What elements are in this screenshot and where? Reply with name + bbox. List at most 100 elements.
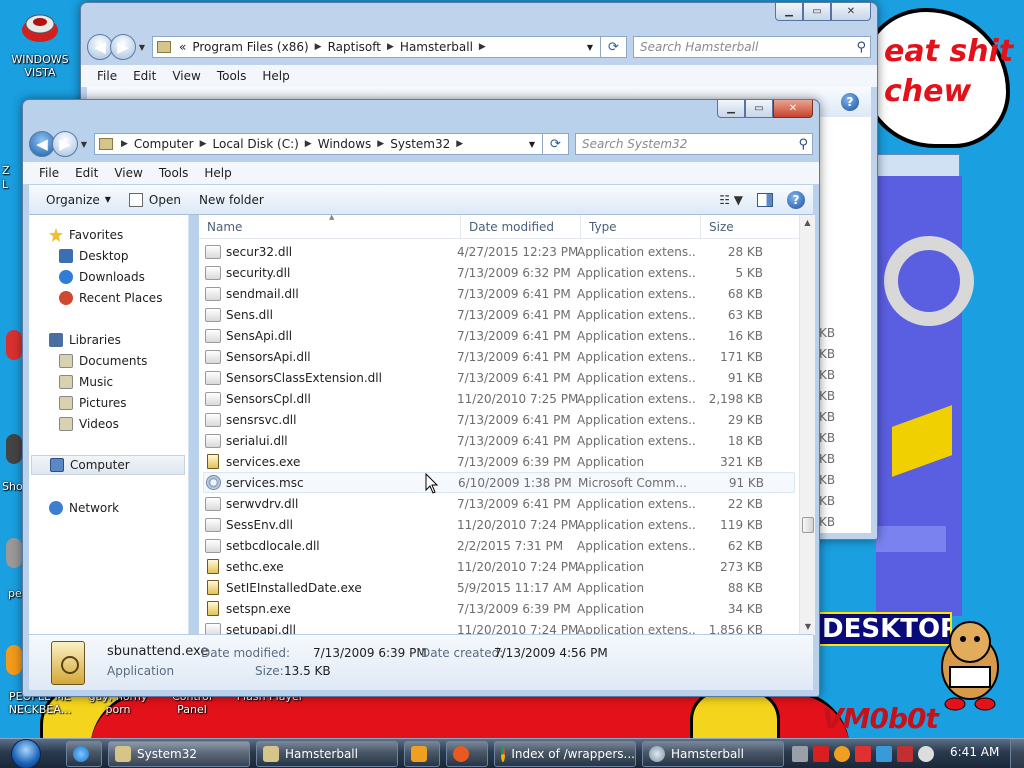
show-desktop-button[interactable] [1010,739,1024,768]
maximize-button[interactable]: ▭ [745,100,773,118]
breadcrumb-system32[interactable]: System32 [390,137,450,151]
edge-app-icon[interactable] [6,645,22,675]
refresh-button[interactable]: ⟳ [543,133,569,155]
file-row[interactable]: serwvdrv.dll 7/13/2009 6:41 PM Application… [203,493,795,514]
menu-help[interactable]: Help [196,166,239,180]
breadcrumb-chevron-icon[interactable]: ▶ [479,42,486,52]
breadcrumb-chevron-icon[interactable]: ▶ [387,42,394,52]
edge-app-icon[interactable] [6,538,22,568]
scroll-down-icon[interactable]: ▼ [800,619,815,635]
desktop-icon-windows-vista[interactable]: WINDOWS VISTA [2,6,78,79]
breadcrumb-windows[interactable]: Windows [318,137,372,151]
menu-help[interactable]: Help [254,69,297,83]
file-row[interactable]: SensorsClassExtension.dll 7/13/2009 6:41 … [203,367,795,388]
file-row[interactable]: SensApi.dll 7/13/2009 6:41 PM Application … [203,325,795,346]
breadcrumb-chevron-icon[interactable]: ▶ [200,139,207,149]
preview-pane-icon[interactable] [757,192,773,207]
nav-favorites[interactable]: Favorites [49,225,123,245]
nav-computer[interactable]: Computer [31,455,185,475]
file-row[interactable]: SessEnv.dll 11/20/2010 7:24 PM Application… [203,514,795,535]
column-name[interactable]: Name ▲ [199,215,461,239]
column-size[interactable]: Size [701,215,781,239]
minimize-button[interactable]: ▁ [717,100,745,118]
tray-flag-icon[interactable] [855,746,871,762]
nav-desktop[interactable]: Desktop [59,246,129,266]
file-row[interactable]: services.exe 7/13/2009 6:39 PM Application… [203,451,795,472]
menu-tools[interactable]: Tools [151,166,197,180]
file-row[interactable]: serialui.dll 7/13/2009 6:41 PM Application… [203,430,795,451]
file-row[interactable]: SensorsCpl.dll 11/20/2010 7:25 PM Applicat… [203,388,795,409]
recent-pages-dropdown[interactable]: ▼ [78,140,90,149]
address-bar[interactable]: ▶ Computer ▶ Local Disk (C:) ▶ Windows ▶… [94,133,543,155]
taskbar-system32[interactable]: System32 [108,741,250,767]
help-icon[interactable]: ? [787,190,805,209]
menu-view[interactable]: View [164,69,208,83]
nav-documents[interactable]: Documents [59,351,147,371]
nav-downloads[interactable]: Downloads [59,267,145,287]
file-row[interactable]: setspn.exe 7/13/2009 6:39 PM Application 34… [203,598,795,619]
taskbar-clock[interactable]: 6:41 AM [950,745,999,759]
hamsterball-game-view[interactable] [876,176,974,616]
file-row[interactable]: SensorsApi.dll 7/13/2009 6:41 PM Applicati… [203,346,795,367]
breadcrumb-chevron-icon[interactable]: ▶ [315,42,322,52]
recent-pages-dropdown[interactable]: ▼ [136,43,148,52]
taskbar-chrome[interactable]: Index of /wrappers... [494,741,636,767]
change-view-icon[interactable]: ☷ ▼ [719,193,743,207]
close-button[interactable]: ✕ [773,100,813,118]
file-row[interactable]: security.dll 7/13/2009 6:32 PM Application… [203,262,795,283]
hamsterball-window-titlebar[interactable] [876,154,960,178]
address-bar[interactable]: « Program Files (x86) ▶ Raptisoft ▶ Hams… [152,36,601,58]
menu-edit[interactable]: Edit [125,69,164,83]
tray-volume-icon[interactable] [918,746,934,762]
nav-music[interactable]: Music [59,372,113,392]
file-row[interactable]: setbcdlocale.dll 2/2/2015 7:31 PM Applicat… [203,535,795,556]
breadcrumb-chevron-icon[interactable]: ▶ [305,139,312,149]
maximize-button[interactable]: ▭ [803,3,831,21]
search-icon[interactable]: ⚲ [856,40,866,55]
tray-search-icon[interactable] [834,746,850,762]
taskbar-hamsterball-game[interactable]: Hamsterball [642,741,784,767]
breadcrumb-program-files[interactable]: Program Files (x86) [192,40,308,54]
edge-app-icon[interactable] [6,434,22,464]
nav-pictures[interactable]: Pictures [59,393,127,413]
minimize-button[interactable]: ▁ [775,3,803,21]
tray-antivirus-icon[interactable] [813,746,829,762]
edge-app-icon[interactable] [6,330,22,360]
file-row[interactable]: services.msc 6/10/2009 1:38 PM Microsoft C… [203,472,795,493]
open-button[interactable]: Open [120,192,190,207]
tray-network-icon[interactable] [876,746,892,762]
search-input[interactable]: Search Hamsterball ⚲ [633,36,871,58]
breadcrumb-chevron-icon[interactable]: ▶ [377,139,384,149]
file-row[interactable]: SetIEInstalledDate.exe 5/9/2015 11:17 AM A… [203,577,795,598]
taskbar-media[interactable] [404,741,440,767]
menu-file[interactable]: File [89,69,125,83]
menu-edit[interactable]: Edit [67,166,106,180]
address-dropdown-icon[interactable]: ▼ [522,140,542,149]
nav-recent-places[interactable]: Recent Places [59,288,162,308]
scroll-thumb[interactable] [802,517,814,533]
file-row[interactable]: secur32.dll 4/27/2015 12:23 PM Application… [203,241,795,262]
taskbar-ie[interactable] [66,741,102,767]
breadcrumb-computer[interactable]: Computer [134,137,194,151]
scroll-up-icon[interactable]: ▲ [800,215,815,231]
menu-view[interactable]: View [106,166,150,180]
menu-tools[interactable]: Tools [209,69,255,83]
file-list[interactable]: Name ▲ Date modified Type Size secur32.d… [199,215,815,635]
taskbar-app[interactable] [446,741,488,767]
start-button[interactable] [8,739,44,768]
address-overflow[interactable]: « [179,40,186,54]
file-row[interactable]: sensrsvc.dll 7/13/2009 6:41 PM Application… [203,409,795,430]
new-folder-button[interactable]: New folder [190,193,273,207]
help-icon[interactable]: ? [841,93,859,111]
breadcrumb-raptisoft[interactable]: Raptisoft [328,40,381,54]
organize-button[interactable]: Organize ▼ [37,193,120,207]
address-dropdown-icon[interactable]: ▼ [580,43,600,52]
column-date-modified[interactable]: Date modified [461,215,581,239]
breadcrumb-local-disk[interactable]: Local Disk (C:) [213,137,299,151]
tray-alert-icon[interactable] [897,746,913,762]
refresh-button[interactable]: ⟳ [601,36,627,58]
forward-button[interactable]: ▶ [52,131,78,157]
taskbar-hamsterball-folder[interactable]: Hamsterball [256,741,398,767]
nav-videos[interactable]: Videos [59,414,119,434]
column-type[interactable]: Type [581,215,701,239]
